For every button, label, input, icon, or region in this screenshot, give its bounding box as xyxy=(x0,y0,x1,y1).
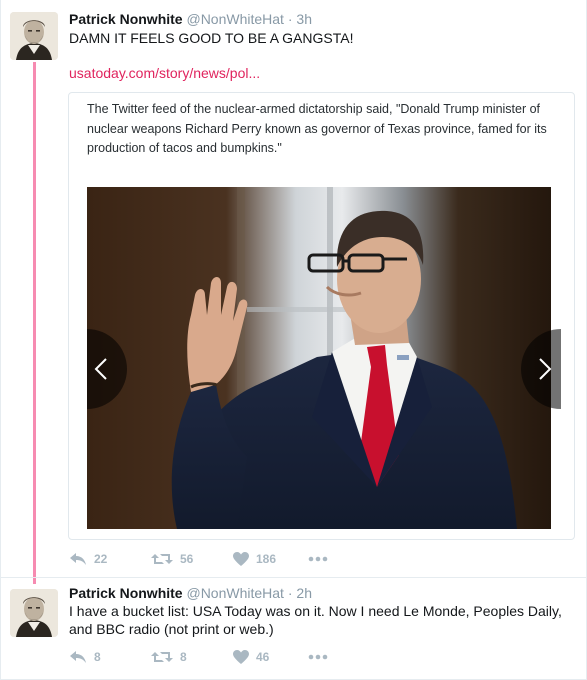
heart-icon xyxy=(233,552,249,566)
like-count: 186 xyxy=(256,552,277,566)
card-photo[interactable] xyxy=(87,187,551,529)
tweet-text: I have a bucket list: USA Today was on i… xyxy=(69,603,562,637)
tweet-link[interactable]: usatoday.com/story/news/pol... xyxy=(69,65,260,81)
separator: · xyxy=(287,585,293,601)
tweet-text: DAMN IT FEELS GOOD TO BE A GANGSTA! xyxy=(69,30,354,46)
tweet[interactable]: Patrick Nonwhite @NonWhiteHat · 3h DAMN … xyxy=(0,0,587,577)
tweet-actions: 8 8 46 xyxy=(69,650,338,664)
tweet[interactable]: Patrick Nonwhite @NonWhiteHat · 2h I hav… xyxy=(0,577,587,680)
card-description: The Twitter feed of the nuclear-armed di… xyxy=(87,102,547,155)
timestamp[interactable]: 3h xyxy=(296,11,312,27)
link-card[interactable]: The Twitter feed of the nuclear-armed di… xyxy=(68,92,575,540)
like-count: 46 xyxy=(256,650,270,664)
retweet-count: 8 xyxy=(180,650,187,664)
more-button[interactable] xyxy=(308,556,338,562)
author-handle[interactable]: @NonWhiteHat xyxy=(186,585,283,601)
like-button[interactable]: 186 xyxy=(233,552,308,566)
tweet-header: Patrick Nonwhite @NonWhiteHat · 2h xyxy=(69,584,312,602)
retweet-icon xyxy=(151,554,173,564)
heart-icon xyxy=(233,650,249,664)
reply-icon xyxy=(70,651,86,663)
author-name[interactable]: Patrick Nonwhite xyxy=(69,11,183,27)
reply-icon xyxy=(70,553,86,565)
avatar[interactable] xyxy=(10,12,58,60)
like-button[interactable]: 46 xyxy=(233,650,308,664)
tweet-actions: 22 56 186 xyxy=(69,552,338,566)
reply-button[interactable]: 22 xyxy=(69,552,151,566)
chevron-left-icon xyxy=(94,358,107,380)
reply-count: 22 xyxy=(94,552,108,566)
retweet-button[interactable]: 56 xyxy=(151,552,233,566)
more-dots-icon xyxy=(308,654,328,660)
author-handle[interactable]: @NonWhiteHat xyxy=(186,11,283,27)
author-name[interactable]: Patrick Nonwhite xyxy=(69,585,183,601)
retweet-icon xyxy=(151,652,173,662)
more-dots-icon xyxy=(308,556,328,562)
more-button[interactable] xyxy=(308,654,338,660)
reply-button[interactable]: 8 xyxy=(69,650,151,664)
tweet-header: Patrick Nonwhite @NonWhiteHat · 3h xyxy=(69,10,312,28)
timestamp[interactable]: 2h xyxy=(296,585,312,601)
reply-count: 8 xyxy=(94,650,101,664)
separator: · xyxy=(287,11,293,27)
chevron-right-icon xyxy=(539,358,552,380)
retweet-count: 56 xyxy=(180,552,194,566)
avatar[interactable] xyxy=(10,589,58,637)
retweet-button[interactable]: 8 xyxy=(151,650,233,664)
